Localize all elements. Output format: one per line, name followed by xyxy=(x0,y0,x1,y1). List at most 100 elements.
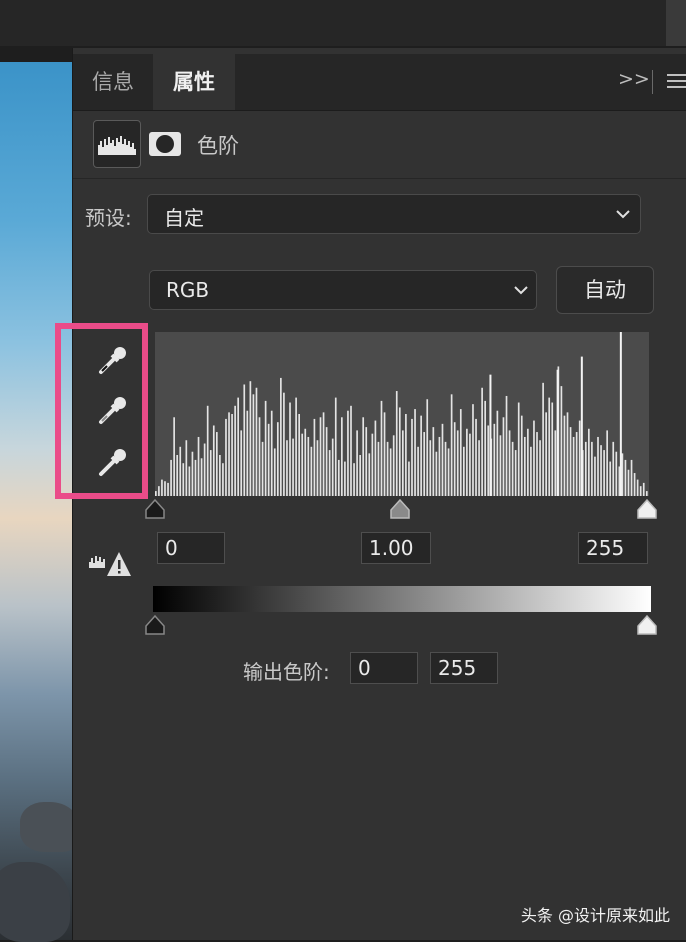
input-white-slider[interactable] xyxy=(636,498,658,520)
histogram-bar xyxy=(246,410,249,496)
histogram-bar xyxy=(395,391,398,496)
histogram-bar xyxy=(237,397,240,496)
histogram-bar xyxy=(350,405,352,496)
histogram-bar xyxy=(325,427,328,496)
histogram-bar xyxy=(267,423,270,496)
preset-dropdown[interactable]: 自定 xyxy=(147,194,641,234)
histogram-bar xyxy=(554,430,557,496)
tab-divider xyxy=(652,70,653,94)
properties-panel: 信息 属性 >> 色阶 预设: 自定 RGB 自动 0 1.00 255 输出色… xyxy=(55,48,686,940)
histogram-bar xyxy=(505,395,508,496)
histogram-bar xyxy=(569,427,572,496)
histogram-bar xyxy=(398,407,401,496)
histogram-spike xyxy=(619,332,622,496)
histogram-bar xyxy=(200,458,203,496)
histogram-bar xyxy=(310,446,313,496)
histogram-bar xyxy=(594,456,596,496)
gray-point-eyedropper-icon[interactable] xyxy=(95,392,131,428)
preset-value: 自定 xyxy=(164,206,204,230)
histogram-bar xyxy=(496,410,499,496)
histogram-bar xyxy=(206,405,209,496)
chevron-down-icon xyxy=(616,210,630,219)
histogram-bar xyxy=(222,463,224,496)
input-gamma-field[interactable]: 1.00 xyxy=(361,532,431,564)
output-levels-label: 输出色阶: xyxy=(243,660,330,684)
histogram-bar xyxy=(225,418,227,496)
histogram-bar xyxy=(331,438,334,496)
input-gamma-slider[interactable] xyxy=(389,498,411,520)
panel-tab-bar: 信息 属性 >> xyxy=(73,54,686,111)
histogram-bar xyxy=(249,381,252,496)
histogram-bar xyxy=(475,418,477,496)
white-point-eyedropper-icon[interactable] xyxy=(95,444,131,480)
clipping-warning-icon[interactable] xyxy=(87,548,133,578)
histogram-bar xyxy=(615,451,618,496)
black-point-eyedropper-icon[interactable] xyxy=(95,342,131,378)
histogram-bar xyxy=(402,430,404,496)
histogram-bar xyxy=(630,459,633,496)
input-white-field[interactable]: 255 xyxy=(578,532,648,564)
output-white-slider[interactable] xyxy=(636,614,658,636)
histogram-bar xyxy=(511,441,514,496)
histogram-bar xyxy=(636,479,639,496)
histogram-bar xyxy=(597,436,599,496)
histogram-bar xyxy=(264,400,267,496)
histogram-bar xyxy=(344,461,346,496)
levels-histogram-icon[interactable] xyxy=(93,120,141,168)
output-black-field[interactable]: 0 xyxy=(350,652,418,684)
histogram-bar xyxy=(484,400,487,496)
histogram-bar xyxy=(368,453,371,496)
histogram-bar xyxy=(231,414,233,496)
histogram-bar xyxy=(603,450,605,496)
histogram-bar xyxy=(283,392,285,496)
histogram-bar xyxy=(167,482,169,496)
histogram-bar xyxy=(292,438,294,496)
histogram-bar xyxy=(307,436,310,496)
histogram-bar xyxy=(545,412,547,496)
histogram-bar xyxy=(161,479,163,496)
output-black-slider[interactable] xyxy=(144,614,166,636)
histogram-bar xyxy=(441,423,444,496)
histogram-bar xyxy=(182,463,185,496)
channel-dropdown[interactable]: RGB xyxy=(149,270,537,310)
histogram-bar xyxy=(252,394,255,496)
tab-info[interactable]: 信息 xyxy=(73,54,153,110)
histogram-bar xyxy=(624,459,627,496)
input-black-field[interactable]: 0 xyxy=(157,532,225,564)
histogram-bar xyxy=(520,415,523,496)
histogram-bar xyxy=(185,440,188,496)
histogram-bar xyxy=(572,436,575,496)
application-topbar xyxy=(0,0,686,46)
auto-button[interactable]: 自动 xyxy=(556,266,654,314)
histogram-bar xyxy=(173,417,175,496)
channel-value: RGB xyxy=(166,278,210,302)
histogram-bar xyxy=(530,446,532,496)
photo-rock xyxy=(20,802,80,852)
histogram-bar xyxy=(542,382,544,496)
output-white-field[interactable]: 255 xyxy=(430,652,498,684)
histogram-bar xyxy=(362,417,365,496)
histogram-bar xyxy=(179,446,182,496)
histogram-bar xyxy=(609,461,612,496)
histogram-bar xyxy=(566,412,569,496)
histogram-bar xyxy=(551,402,554,496)
histogram-bar xyxy=(389,448,392,496)
input-black-slider[interactable] xyxy=(144,498,166,520)
histogram-bar xyxy=(319,417,322,496)
histogram-bar xyxy=(508,430,511,496)
collapse-panel-button[interactable]: >> xyxy=(618,68,650,90)
histogram-bar xyxy=(176,455,179,496)
histogram-bar xyxy=(453,422,456,496)
histogram-bar xyxy=(459,409,462,496)
histogram-bar xyxy=(170,459,172,496)
histogram-bar xyxy=(380,400,383,496)
histogram-bar xyxy=(472,404,474,496)
histogram-bar xyxy=(286,440,288,496)
histogram-bar xyxy=(219,455,221,496)
histogram-bar xyxy=(411,418,413,496)
tab-properties[interactable]: 属性 xyxy=(153,54,235,110)
output-gradient-bar xyxy=(153,586,651,612)
topbar-scroll-region xyxy=(666,0,686,46)
panel-menu-icon[interactable] xyxy=(667,74,686,90)
mask-icon[interactable] xyxy=(149,132,181,156)
